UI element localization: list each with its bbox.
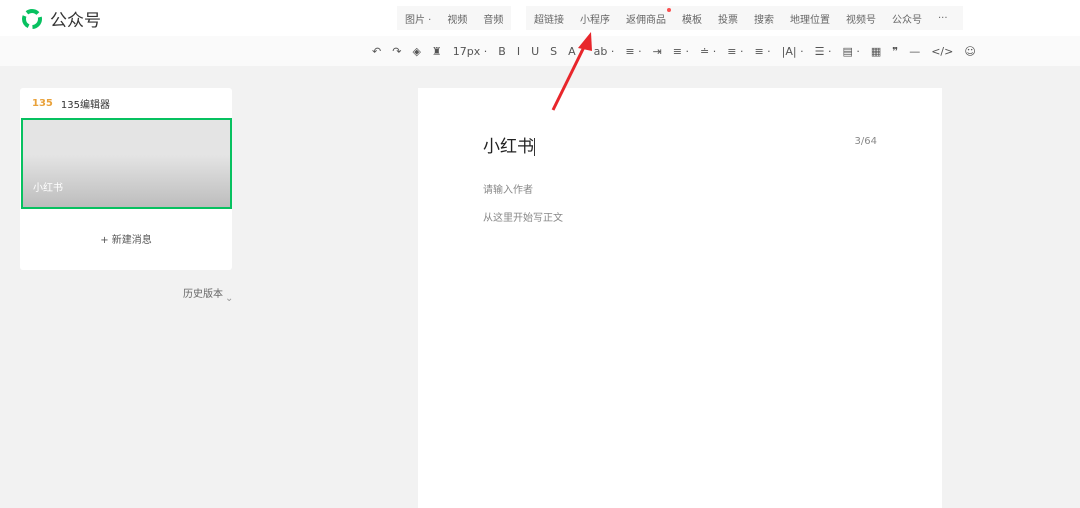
red-arrow-annotation xyxy=(551,32,592,111)
